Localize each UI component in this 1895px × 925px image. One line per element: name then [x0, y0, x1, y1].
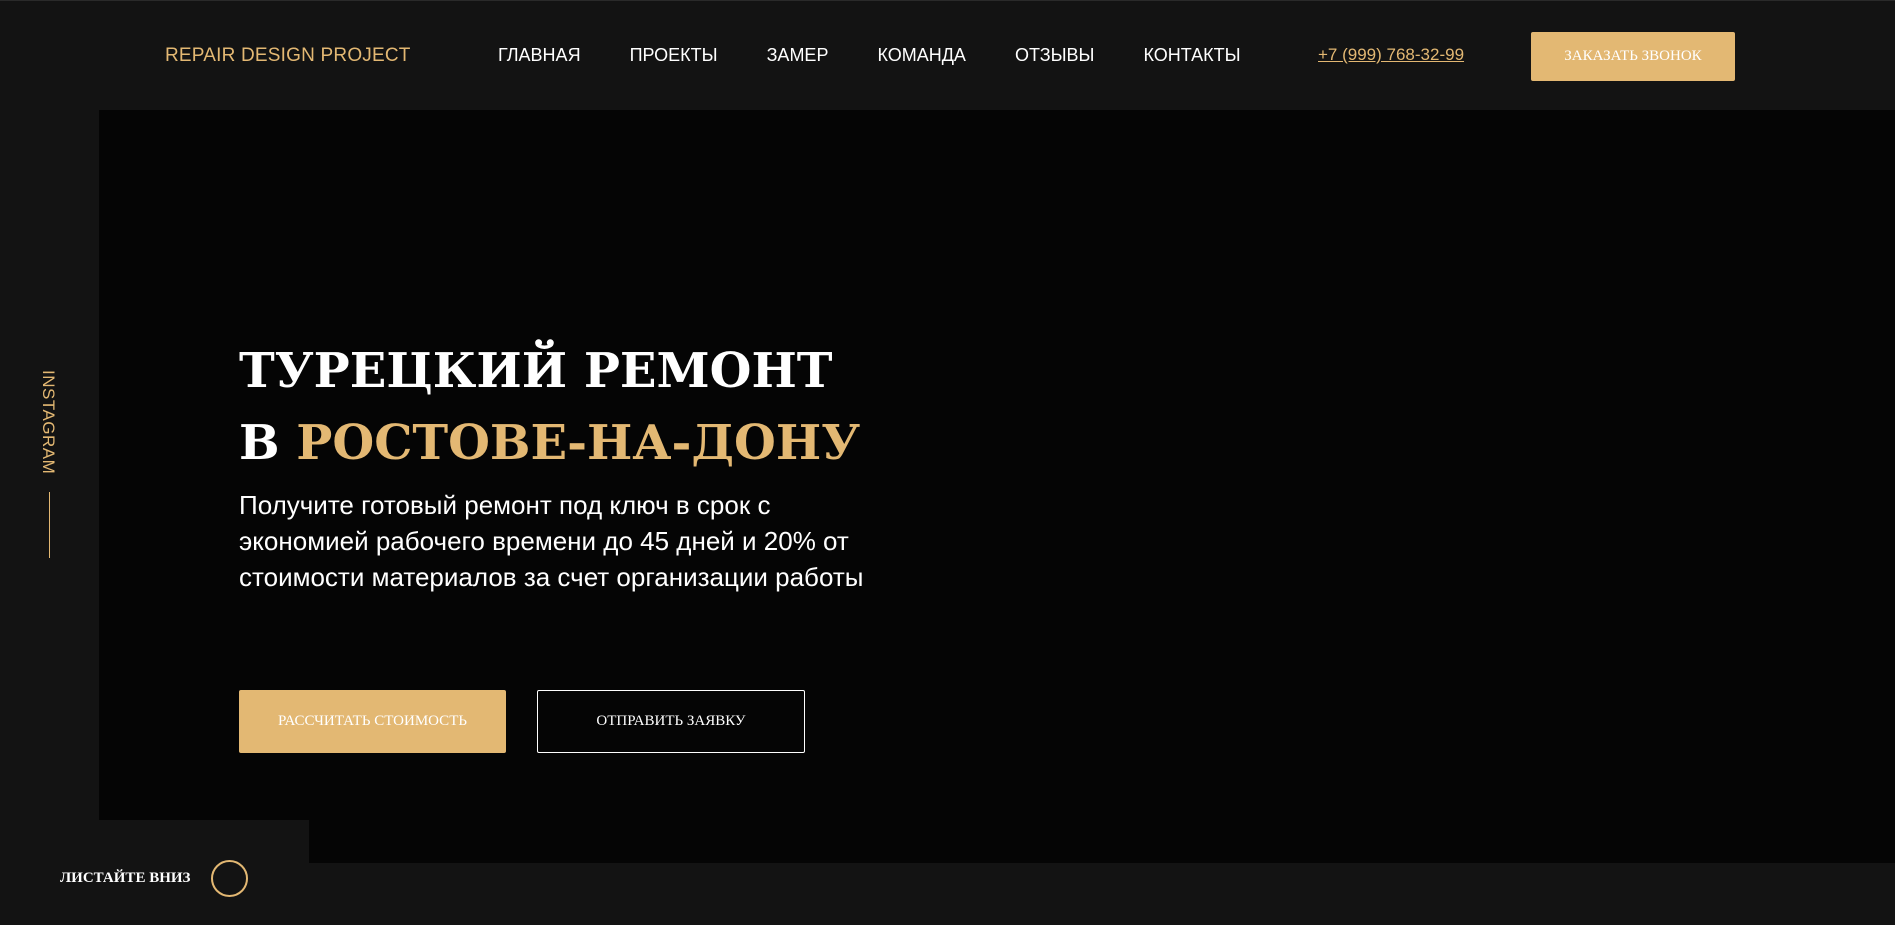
main-nav: ГЛАВНАЯ ПРОЕКТЫ ЗАМЕР КОМАНДА ОТЗЫВЫ КОН… — [498, 45, 1290, 66]
instagram-link[interactable]: INSTAGRAM — [38, 370, 58, 474]
site-header: REPAIR DESIGN PROJECT ГЛАВНАЯ ПРОЕКТЫ ЗА… — [0, 0, 1895, 110]
nav-item-projects[interactable]: ПРОЕКТЫ — [630, 45, 718, 66]
hero-title-line1: ТУРЕЦКИЙ РЕМОНТ — [239, 343, 833, 399]
hero-title: ТУРЕЦКИЙ РЕМОНТ В РОСТОВЕ-НА-ДОНУ — [239, 335, 860, 479]
nav-item-home[interactable]: ГЛАВНАЯ — [498, 45, 581, 66]
scroll-down-label[interactable]: ЛИСТАЙТЕ ВНИЗ — [60, 870, 190, 887]
nav-item-team[interactable]: КОМАНДА — [877, 45, 965, 66]
phone-link[interactable]: +7 (999) 768-32-99 — [1318, 45, 1464, 65]
logo[interactable]: REPAIR DESIGN PROJECT — [165, 45, 411, 67]
social-sidebar: INSTAGRAM — [38, 370, 62, 560]
hero-description: Получите готовый ремонт под ключ в срок … — [239, 490, 864, 592]
social-divider — [49, 492, 50, 558]
hero-title-accent: РОСТОВЕ-НА-ДОНУ — [296, 415, 861, 471]
hero-section: ТУРЕЦКИЙ РЕМОНТ В РОСТОВЕ-НА-ДОНУ Получи… — [99, 110, 1895, 863]
calculate-cost-button[interactable]: РАССЧИТАТЬ СТОИМОСТЬ — [239, 690, 506, 753]
send-request-button[interactable]: ОТПРАВИТЬ ЗАЯВКУ — [537, 690, 805, 753]
scroll-down-circle-icon[interactable] — [211, 860, 248, 897]
nav-item-reviews[interactable]: ОТЗЫВЫ — [1015, 45, 1095, 66]
nav-item-measure[interactable]: ЗАМЕР — [767, 45, 829, 66]
hero-title-prefix: В — [239, 415, 297, 471]
nav-item-contacts[interactable]: КОНТАКТЫ — [1143, 45, 1240, 66]
order-call-button[interactable]: ЗАКАЗАТЬ ЗВОНОК — [1531, 32, 1735, 81]
